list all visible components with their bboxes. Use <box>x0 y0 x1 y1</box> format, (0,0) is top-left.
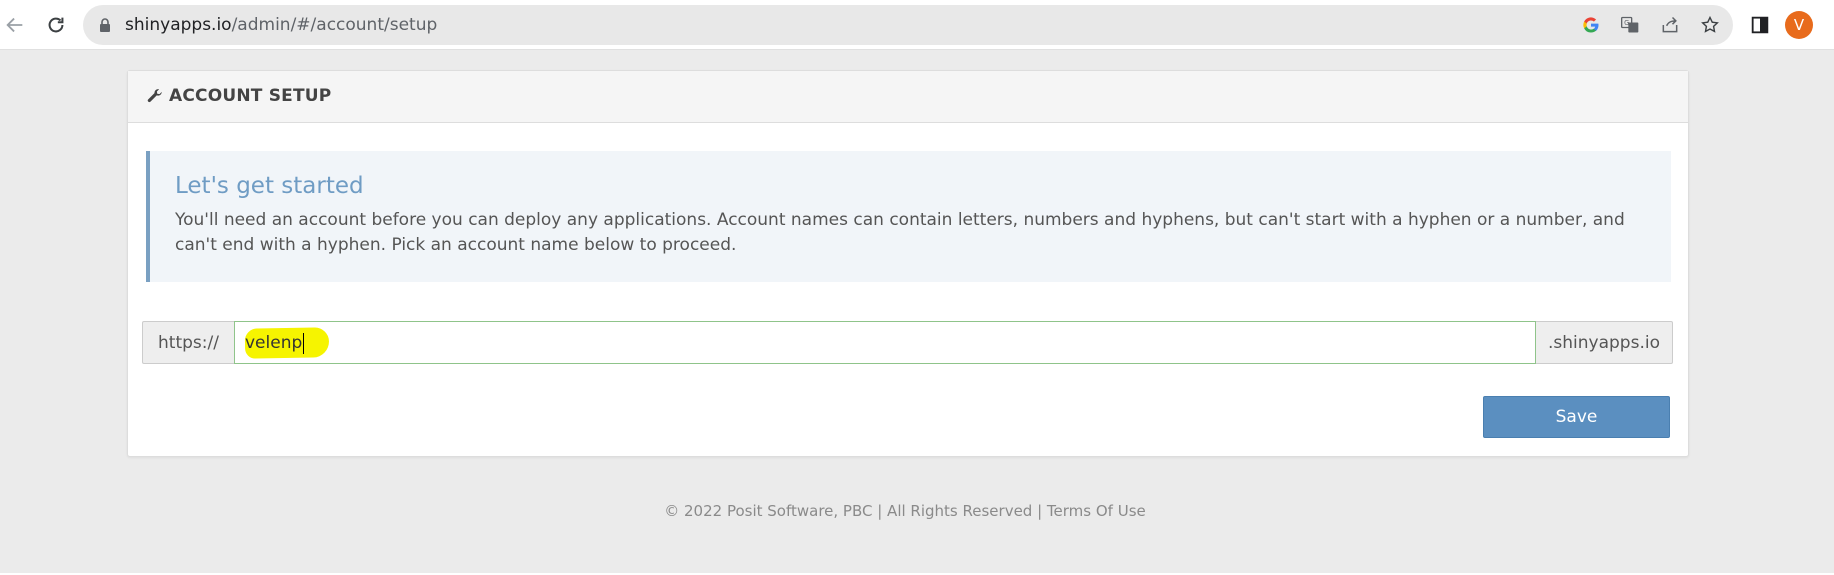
callout-text: You'll need an account before you can de… <box>175 210 1625 255</box>
account-name-input[interactable] <box>245 328 1515 357</box>
wrench-icon <box>147 89 162 103</box>
share-icon[interactable] <box>1659 14 1681 36</box>
terms-of-use-link[interactable]: Terms Of Use <box>1047 502 1146 520</box>
browser-toolbar: shinyapps.io/admin/#/account/setup G V <box>0 0 1834 50</box>
account-name-input-group: https:// .shinyapps.io <box>142 321 1673 364</box>
account-name-field-wrapper <box>234 321 1536 364</box>
url-host: shinyapps.io <box>125 15 232 35</box>
url-text: shinyapps.io/admin/#/account/setup <box>125 15 437 35</box>
footer-copyright: © 2022 Posit Software, PBC | All Rights … <box>664 502 1047 520</box>
star-icon[interactable] <box>1699 14 1721 36</box>
save-button[interactable]: Save <box>1483 396 1670 438</box>
translate-icon[interactable]: G <box>1619 14 1641 36</box>
lock-icon[interactable] <box>97 17 113 33</box>
text-caret <box>303 333 304 354</box>
google-icon[interactable] <box>1580 14 1602 36</box>
side-panel-icon[interactable] <box>1746 11 1774 39</box>
page-footer: © 2022 Posit Software, PBC | All Rights … <box>0 502 1810 520</box>
reload-icon[interactable] <box>42 11 70 39</box>
profile-avatar[interactable]: V <box>1785 11 1813 39</box>
address-bar[interactable]: shinyapps.io/admin/#/account/setup G <box>83 5 1733 45</box>
url-prefix-addon: https:// <box>142 321 234 364</box>
panel-header: ACCOUNT SETUP <box>128 71 1688 123</box>
url-path: /admin/#/account/setup <box>231 15 438 35</box>
panel-title: ACCOUNT SETUP <box>169 86 332 106</box>
account-setup-panel: ACCOUNT SETUP Let's get started You'll n… <box>127 70 1689 457</box>
svg-text:G: G <box>1624 19 1629 27</box>
info-callout: Let's get started You'll need an account… <box>146 151 1671 282</box>
url-suffix-addon: .shinyapps.io <box>1536 321 1673 364</box>
back-arrow-icon[interactable] <box>1 11 29 39</box>
callout-title: Let's get started <box>175 173 364 199</box>
